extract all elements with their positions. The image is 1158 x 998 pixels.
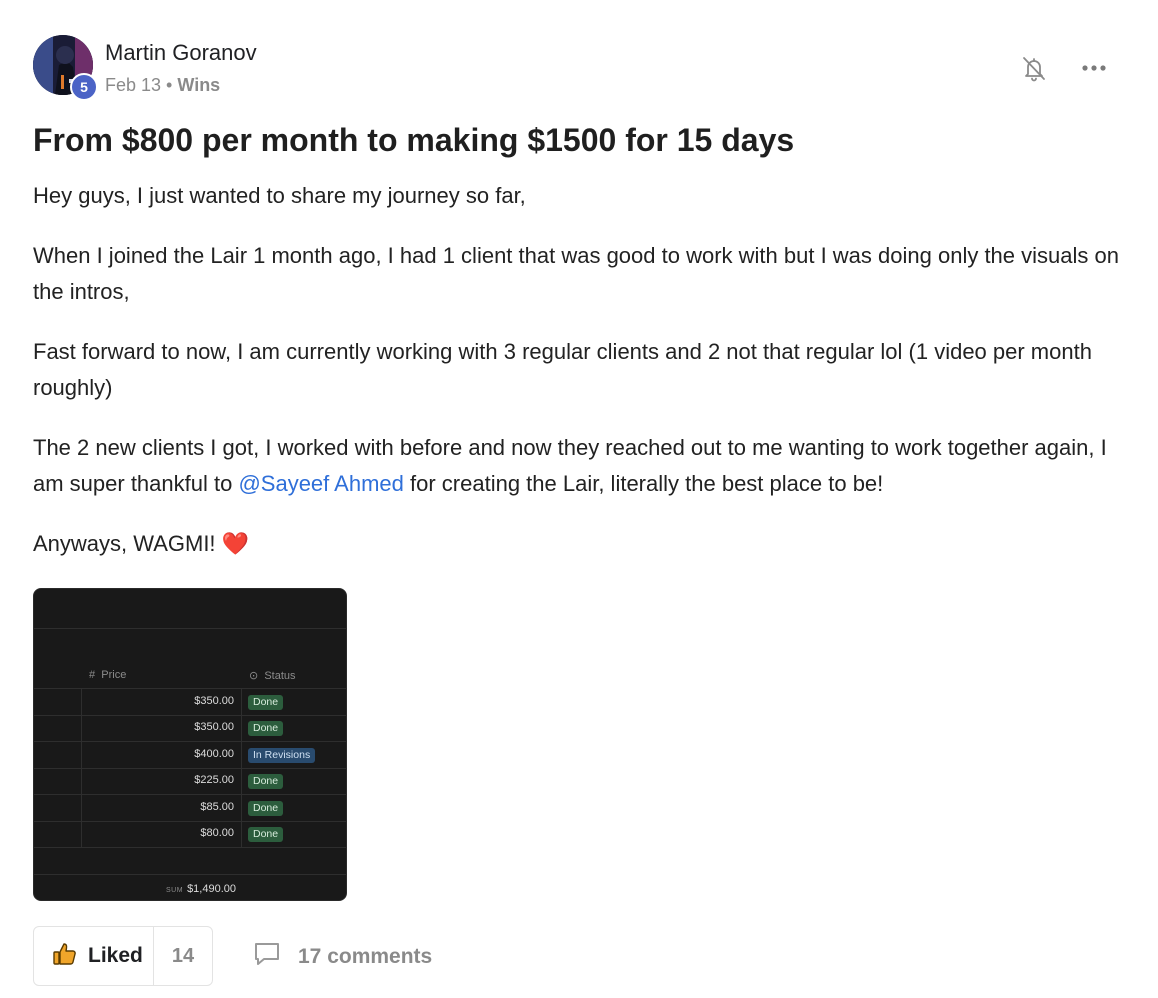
more-horizontal-icon[interactable] — [1078, 52, 1110, 84]
post-meta: Feb 13 • Wins — [105, 75, 220, 96]
paragraph-4-end: for creating the Lair, literally the bes… — [403, 471, 884, 496]
level-badge: 5 — [70, 73, 98, 101]
comments-link[interactable]: 17 comments — [252, 940, 432, 973]
status-column-header: ⊙ Status — [249, 669, 296, 682]
status-tag: Done — [248, 774, 284, 789]
status-tag: Done — [248, 721, 284, 736]
paragraph-2: When I joined the Lair 1 month ago, I ha… — [33, 243, 1119, 304]
status-tag: In Revisions — [248, 748, 316, 763]
paragraph-5: Anyways, WAGMI! ❤️ — [33, 531, 250, 556]
post-body: Hey guys, I just wanted to share my jour… — [33, 178, 1128, 586]
price-cell: $350.00 — [194, 695, 234, 707]
price-cell: $350.00 — [194, 721, 234, 733]
status-tag: Done — [248, 695, 284, 710]
paragraph-3: Fast forward to now, I am currently work… — [33, 339, 1092, 400]
thumbs-up-icon — [52, 941, 78, 972]
post-category[interactable]: Wins — [177, 75, 220, 95]
attachment-image[interactable]: # Price ⊙ Status $350.00 Done $350.00 Do… — [33, 588, 347, 901]
comment-bubble-icon — [252, 940, 282, 973]
like-button[interactable]: Liked — [34, 927, 154, 985]
post-title: From $800 per month to making $1500 for … — [33, 122, 795, 158]
price-column-header: # Price — [89, 669, 126, 681]
like-label: Liked — [88, 944, 143, 967]
column-divider — [81, 688, 82, 848]
table-divider — [34, 874, 346, 875]
status-tag: Done — [248, 827, 284, 842]
comments-label: 17 comments — [298, 944, 433, 968]
price-cell: $400.00 — [194, 748, 234, 760]
price-header-label: Price — [101, 669, 127, 681]
like-control: Liked 14 — [33, 926, 213, 986]
number-icon: # — [89, 669, 96, 681]
like-count[interactable]: 14 — [154, 945, 212, 968]
status-tag: Done — [248, 801, 284, 816]
sum-value: $1,490.00 — [187, 883, 236, 895]
mention-link[interactable]: @Sayeef Ahmed — [238, 471, 403, 496]
bell-off-icon[interactable] — [1018, 52, 1050, 84]
sum-label: SUM — [166, 887, 184, 894]
select-icon: ⊙ — [249, 670, 259, 682]
status-header-label: Status — [264, 670, 296, 682]
paragraph-1: Hey guys, I just wanted to share my jour… — [33, 183, 526, 208]
price-cell: $85.00 — [200, 801, 234, 813]
author-name[interactable]: Martin Goranov — [105, 40, 257, 66]
meta-separator: • — [161, 75, 178, 95]
sum-total: SUM $1,490.00 — [166, 883, 236, 895]
post-date[interactable]: Feb 13 — [105, 75, 161, 95]
paragraph-4: The 2 new clients I got, I worked with b… — [33, 430, 1128, 502]
column-divider — [241, 688, 242, 848]
price-cell: $80.00 — [200, 827, 234, 839]
price-cell: $225.00 — [194, 774, 234, 786]
table-divider — [34, 628, 346, 629]
